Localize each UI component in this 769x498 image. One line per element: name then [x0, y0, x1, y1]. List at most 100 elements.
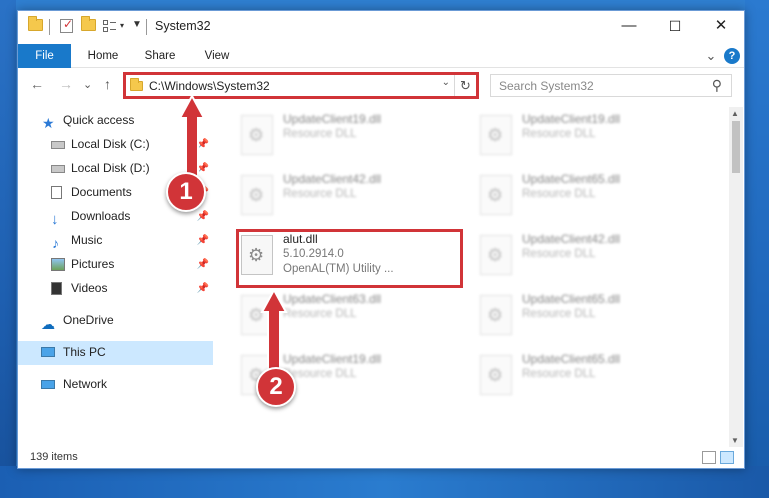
dll-file-icon — [480, 115, 512, 155]
file-type: Resource DLL — [522, 188, 596, 200]
search-placeholder[interactable]: Search System32 — [499, 79, 594, 93]
pin-icon[interactable]: 📌 — [197, 133, 209, 156]
drive-icon — [51, 141, 65, 149]
computer-icon — [41, 347, 55, 357]
file-item[interactable]: UpdateClient63.dll Resource DLL — [237, 289, 462, 345]
pin-icon[interactable]: 📌 — [197, 277, 209, 300]
scroll-up-icon[interactable]: ▲ — [731, 109, 739, 118]
search-box[interactable]: Search System32 ⚲ — [490, 74, 732, 97]
sidebar-item-label: Music — [71, 233, 103, 247]
documents-icon — [51, 186, 62, 199]
file-name: UpdateClient65.dll — [522, 352, 621, 366]
up-button[interactable]: ↑ — [104, 76, 111, 92]
status-bar: 139 items — [18, 448, 744, 468]
pin-icon[interactable]: 📌 — [197, 229, 209, 252]
network-icon — [41, 380, 55, 389]
dll-file-icon — [480, 235, 512, 275]
dll-file-icon — [480, 355, 512, 395]
vertical-scrollbar[interactable]: ▲ ▼ — [729, 107, 743, 447]
star-icon: ★ — [42, 115, 55, 131]
new-folder-icon[interactable] — [81, 16, 96, 35]
desktop-bottom — [0, 466, 769, 498]
file-item[interactable]: UpdateClient65.dll Resource DLL — [476, 289, 701, 345]
file-item[interactable]: UpdateClient65.dll Resource DLL — [476, 169, 701, 225]
file-item[interactable]: UpdateClient65.dll Resource DLL — [476, 349, 701, 405]
close-button[interactable]: ✕ — [698, 11, 744, 41]
item-count: 139 items — [30, 451, 78, 463]
file-item[interactable]: UpdateClient42.dll Resource DLL — [237, 169, 462, 225]
file-type: Resource DLL — [283, 308, 357, 320]
minimize-button[interactable]: — — [606, 11, 652, 41]
sidebar-item-label: Quick access — [63, 113, 135, 127]
sidebar-item-label: Pictures — [71, 257, 115, 271]
properties-icon[interactable]: ✓ — [60, 17, 73, 33]
file-item[interactable]: UpdateClient42.dll Resource DLL — [476, 229, 701, 285]
file-highlight-box — [236, 229, 463, 288]
dll-file-icon — [480, 295, 512, 335]
file-type: Resource DLL — [522, 128, 596, 140]
file-name: UpdateClient63.dll — [283, 292, 382, 306]
file-name: UpdateClient65.dll — [522, 292, 621, 306]
scroll-down-icon[interactable]: ▼ — [731, 436, 739, 445]
customize-icon[interactable] — [103, 20, 116, 33]
videos-icon — [51, 282, 62, 295]
file-name: UpdateClient19.dll — [522, 112, 621, 126]
tab-file[interactable]: File — [18, 44, 71, 68]
file-item[interactable]: UpdateClient19.dll Resource DLL — [476, 109, 701, 165]
sidebar-item-videos[interactable]: Videos 📌 — [18, 277, 213, 300]
large-icons-view-icon[interactable] — [720, 451, 734, 464]
file-name: UpdateClient65.dll — [522, 172, 621, 186]
music-icon: ♪ — [52, 235, 59, 251]
folder-icon — [28, 16, 43, 35]
sidebar-item-pictures[interactable]: Pictures 📌 — [18, 253, 213, 276]
forward-button[interactable]: → — [59, 76, 73, 92]
tab-share[interactable]: Share — [135, 44, 185, 68]
tab-view[interactable]: View — [192, 44, 242, 68]
sidebar-item-music[interactable]: ♪ Music 📌 — [18, 229, 213, 252]
search-icon[interactable]: ⚲ — [712, 77, 722, 94]
back-button[interactable]: ← — [30, 76, 44, 92]
sidebar-item-label: Network — [63, 377, 108, 391]
qa-dropdown-icon[interactable]: ▾ — [120, 21, 124, 37]
step-1-badge: 1 — [166, 172, 206, 212]
file-name: UpdateClient42.dll — [522, 232, 621, 246]
recent-locations-button[interactable]: ⌄ — [83, 78, 92, 91]
sidebar-item-label: Downloads — [71, 209, 131, 223]
scroll-thumb[interactable] — [732, 121, 740, 173]
dll-file-icon — [241, 115, 273, 155]
drive-icon — [51, 165, 65, 173]
explorer-window: ✓ ▾ ▼ System32 — ☐ ✕ File Home Share Vie… — [17, 10, 745, 469]
sidebar-item-this-pc[interactable]: This PC — [18, 341, 213, 365]
separator — [146, 19, 147, 35]
details-view-icon[interactable] — [702, 451, 716, 464]
sidebar-item-quick-access[interactable]: ★ Quick access — [18, 109, 213, 132]
navigation-pane: ★ Quick access Local Disk (C:) 📌 Local D… — [18, 107, 213, 447]
sidebar-item-label: Local Disk (C:) — [71, 137, 150, 151]
sidebar-item-network[interactable]: Network — [18, 373, 213, 396]
sidebar-item-label: Documents — [71, 185, 132, 199]
file-item[interactable]: UpdateClient19.dll Resource DLL — [237, 109, 462, 165]
ribbon-expand-icon[interactable]: ⌄ — [704, 44, 718, 68]
dll-file-icon — [480, 175, 512, 215]
pin-icon[interactable]: 📌 — [197, 205, 209, 228]
desktop-right — [745, 0, 769, 498]
window-title: System32 — [155, 19, 211, 33]
cloud-icon: ☁ — [41, 316, 55, 332]
sidebar-item-label: This PC — [63, 345, 106, 359]
sidebar-item-label: Local Disk (D:) — [71, 161, 150, 175]
file-name: UpdateClient19.dll — [283, 112, 382, 126]
file-type: Resource DLL — [283, 128, 357, 140]
pin-icon[interactable]: 📌 — [197, 253, 209, 276]
sidebar-item-local-disk-c[interactable]: Local Disk (C:) 📌 — [18, 133, 213, 156]
pictures-icon — [51, 258, 65, 271]
tab-home[interactable]: Home — [78, 44, 128, 68]
step-2-badge: 2 — [256, 367, 296, 407]
ribbon-tabs: File Home Share View ⌄ ? — [18, 44, 744, 68]
sidebar-item-label: Videos — [71, 281, 108, 295]
help-icon[interactable]: ? — [724, 48, 740, 64]
qa-customize-icon[interactable]: ▼ — [132, 19, 142, 35]
file-type: Resource DLL — [283, 188, 357, 200]
sidebar-item-onedrive[interactable]: ☁ OneDrive — [18, 309, 213, 332]
maximize-button[interactable]: ☐ — [652, 11, 698, 41]
file-type: Resource DLL — [522, 368, 596, 380]
